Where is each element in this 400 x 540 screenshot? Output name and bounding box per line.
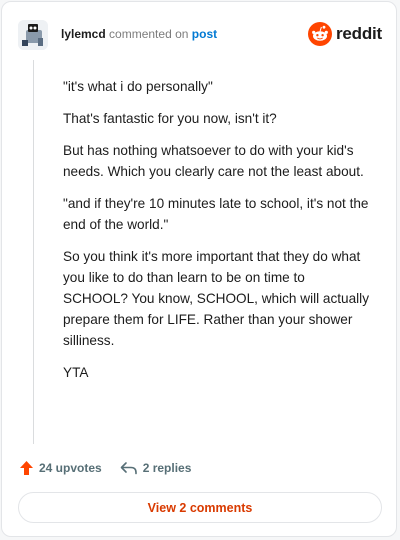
reply-arrow-icon [120,462,137,475]
reddit-wordmark: reddit [335,24,382,43]
comment-meta: lylemcd commented on post [61,27,217,41]
reddit-logo-icon [307,22,332,46]
action-text: commented on [109,27,189,41]
view-comments-button[interactable]: View 2 comments [18,492,382,523]
thread-line [33,60,34,444]
comment-card: lylemcd commented on post reddit "it's w… [1,1,397,537]
comment-paragraph: "it's what i do personally" [63,79,213,94]
reddit-brand[interactable]: reddit [307,21,382,47]
comment-paragraph: "and if they're 10 minutes late to schoo… [63,196,369,232]
comment-header: lylemcd commented on post reddit [18,20,382,50]
comment-paragraph: But has nothing whatsoever to do with yo… [63,143,364,179]
upvote-button[interactable]: 24 upvotes [19,460,102,476]
upvote-arrow-icon [20,461,33,475]
upvote-count: 24 upvotes [39,461,102,475]
reply-count: 2 replies [142,461,192,475]
comment-paragraph: YTA [63,365,89,380]
replies-button[interactable]: 2 replies [120,461,192,475]
comment-body: "it's what i do personally" That's fanta… [63,76,373,394]
post-link[interactable]: post [192,27,217,41]
avatar[interactable] [18,20,48,50]
comment-footer: 24 upvotes 2 replies [19,458,191,478]
comment-paragraph: So you think it's more important that th… [63,249,369,348]
comment-paragraph: That's fantastic for you now, isn't it? [63,111,277,126]
author-name[interactable]: lylemcd [61,27,106,41]
